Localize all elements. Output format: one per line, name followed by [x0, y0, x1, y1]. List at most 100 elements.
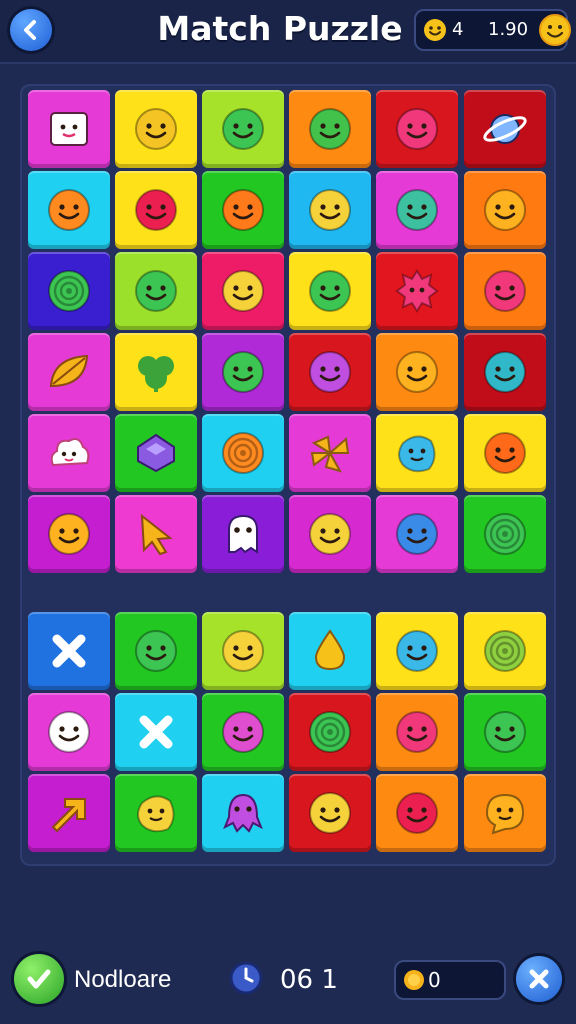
- tile-top-r5-c4[interactable]: [289, 414, 371, 492]
- tile-top-r6-c4[interactable]: [289, 495, 371, 573]
- smiley-face-icon: [309, 792, 351, 834]
- smiley-face-icon: [484, 270, 526, 312]
- tile-top-r4-c2[interactable]: [115, 333, 197, 411]
- back-button[interactable]: [10, 9, 52, 51]
- tile-bottom-r3-c3[interactable]: [202, 774, 284, 852]
- smiley-face-icon: [309, 189, 351, 231]
- tile-bottom-r1-c6[interactable]: [464, 612, 546, 690]
- tile-top-r4-c5[interactable]: [376, 333, 458, 411]
- chat-face-icon: [485, 793, 525, 835]
- tile-top-r2-c6[interactable]: [464, 171, 546, 249]
- smiley-face-icon: [222, 711, 264, 753]
- smiley-face-icon: [396, 108, 438, 150]
- tile-top-r3-c4[interactable]: [289, 252, 371, 330]
- timer-value: 06 1: [280, 965, 338, 995]
- coin-value: 0: [428, 968, 441, 992]
- tile-top-r3-c1[interactable]: [28, 252, 110, 330]
- tile-bottom-r1-c5[interactable]: [376, 612, 458, 690]
- score-value: 1.90: [488, 19, 529, 40]
- cloud-face-icon: [50, 438, 90, 467]
- smiley-face-icon: [309, 513, 351, 555]
- tile-top-r3-c2[interactable]: [115, 252, 197, 330]
- arrow-icon: [51, 798, 86, 833]
- cross-icon: [139, 715, 173, 749]
- tile-bottom-r3-c4[interactable]: [289, 774, 371, 852]
- tile-top-r5-c5[interactable]: [376, 414, 458, 492]
- tile-top-r6-c1[interactable]: [28, 495, 110, 573]
- tile-top-r1-c3[interactable]: [202, 90, 284, 168]
- octopus-icon: [223, 793, 263, 833]
- tile-top-r5-c2[interactable]: [115, 414, 197, 492]
- tile-top-r6-c6[interactable]: [464, 495, 546, 573]
- tile-top-r2-c1[interactable]: [28, 171, 110, 249]
- smiley-face-icon: [222, 108, 264, 150]
- tile-top-r4-c4[interactable]: [289, 333, 371, 411]
- smiley-face-icon: [484, 351, 526, 393]
- moves-count: 4: [452, 19, 464, 40]
- smiley-face-icon: [135, 270, 177, 312]
- game-title: Match Puzzle: [157, 9, 403, 48]
- tile-bottom-r1-c2[interactable]: [115, 612, 197, 690]
- planet-icon: [483, 114, 527, 144]
- timer-icon: [229, 961, 263, 995]
- tile-bottom-r2-c5[interactable]: [376, 693, 458, 771]
- tile-top-r3-c3[interactable]: [202, 252, 284, 330]
- tile-bottom-r1-c4[interactable]: [289, 612, 371, 690]
- tile-bottom-r1-c3[interactable]: [202, 612, 284, 690]
- smiley-face-icon: [484, 711, 526, 753]
- tile-top-r4-c6[interactable]: [464, 333, 546, 411]
- mascot-icon: [424, 19, 446, 41]
- game-board: [20, 84, 556, 866]
- smiley-face-icon: [48, 189, 90, 231]
- tile-bottom-r2-c1[interactable]: [28, 693, 110, 771]
- tile-top-r2-c2[interactable]: [115, 171, 197, 249]
- cursor-arrow-icon: [140, 513, 173, 556]
- tile-top-r6-c3[interactable]: [202, 495, 284, 573]
- tile-bottom-r1-c1[interactable]: [28, 612, 110, 690]
- smiley-face-icon: [222, 630, 264, 672]
- tile-top-r2-c3[interactable]: [202, 171, 284, 249]
- coin-icon: [404, 970, 424, 990]
- tile-top-r2-c4[interactable]: [289, 171, 371, 249]
- close-button[interactable]: [516, 956, 562, 1002]
- confirm-button[interactable]: [14, 954, 64, 1004]
- tile-top-r6-c5[interactable]: [376, 495, 458, 573]
- tile-bottom-r3-c6[interactable]: [464, 774, 546, 852]
- tile-bottom-r3-c1[interactable]: [28, 774, 110, 852]
- bottom-bar: Nodloare 06 1 0: [0, 940, 576, 1024]
- tile-top-r1-c1[interactable]: [28, 90, 110, 168]
- tile-top-r5-c1[interactable]: [28, 414, 110, 492]
- square-face-icon: [50, 112, 88, 146]
- tile-bottom-r2-c3[interactable]: [202, 693, 284, 771]
- blob-face-icon: [137, 795, 175, 833]
- tile-top-r1-c5[interactable]: [376, 90, 458, 168]
- clover-icon: [138, 356, 174, 392]
- tile-top-r5-c3[interactable]: [202, 414, 284, 492]
- smiley-face-icon: [222, 189, 264, 231]
- spiral-icon: [48, 270, 90, 312]
- tile-top-r1-c2[interactable]: [115, 90, 197, 168]
- tile-top-r5-c6[interactable]: [464, 414, 546, 492]
- tile-top-r1-c4[interactable]: [289, 90, 371, 168]
- smiley-face-icon: [396, 513, 438, 555]
- tile-top-r1-c6[interactable]: [464, 90, 546, 168]
- droplet-icon: [314, 629, 346, 671]
- check-icon: [27, 969, 51, 989]
- footer-label: Nodloare: [74, 966, 172, 993]
- tile-bottom-r2-c2[interactable]: [115, 693, 197, 771]
- tile-bottom-r2-c4[interactable]: [289, 693, 371, 771]
- tile-top-r6-c2[interactable]: [115, 495, 197, 573]
- tile-top-r3-c5[interactable]: [376, 252, 458, 330]
- tile-top-r4-c3[interactable]: [202, 333, 284, 411]
- tile-bottom-r3-c5[interactable]: [376, 774, 458, 852]
- tile-bottom-r2-c6[interactable]: [464, 693, 546, 771]
- tile-top-r4-c1[interactable]: [28, 333, 110, 411]
- tile-top-r2-c5[interactable]: [376, 171, 458, 249]
- blob-face-icon: [398, 435, 436, 473]
- spiral-icon: [484, 630, 526, 672]
- smiley-face-icon: [222, 270, 264, 312]
- smiley-face-icon: [396, 351, 438, 393]
- smiley-face-icon: [396, 189, 438, 231]
- tile-top-r3-c6[interactable]: [464, 252, 546, 330]
- tile-bottom-r3-c2[interactable]: [115, 774, 197, 852]
